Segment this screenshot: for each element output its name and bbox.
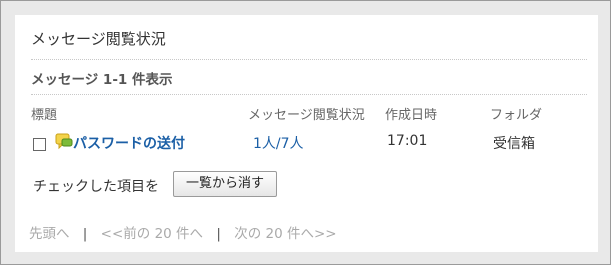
window-frame: メッセージ閲覧状況 メッセージ 1-1 件表示 標題 メッセージ閲覧状況 作成日… <box>0 0 611 265</box>
bulk-action-label: チェックした項目を <box>33 179 159 195</box>
pager-next-link[interactable]: 次の 20 件へ>> <box>234 222 336 242</box>
pager-first-link[interactable]: 先頭へ <box>29 222 70 242</box>
divider <box>31 94 587 95</box>
read-status-link[interactable]: 1人/7人 <box>253 133 304 153</box>
remove-from-list-button[interactable]: 一覧から消す <box>173 171 277 197</box>
column-header-subject: 標題 <box>31 108 58 123</box>
divider <box>31 59 587 60</box>
folder-name: 受信箱 <box>493 136 535 152</box>
message-status-panel: メッセージ閲覧状況 メッセージ 1-1 件表示 標題 メッセージ閲覧状況 作成日… <box>15 15 598 252</box>
column-header-folder: フォルダ <box>490 108 543 123</box>
column-header-status: メッセージ閲覧状況 <box>248 108 365 123</box>
created-date: 17:01 <box>387 133 428 149</box>
pagination: 先頭へ | <<前の 20 件へ | 次の 20 件へ>> <box>29 222 337 242</box>
message-subject-link[interactable]: パスワードの送付 <box>73 133 185 153</box>
pager-separator: | <box>82 226 88 242</box>
result-count: メッセージ 1-1 件表示 <box>31 72 173 88</box>
page-title: メッセージ閲覧状況 <box>31 30 166 48</box>
message-bubble-icon <box>55 133 73 150</box>
column-header-date: 作成日時 <box>385 108 438 123</box>
pager-separator: | <box>216 226 221 242</box>
row-checkbox[interactable] <box>33 138 46 151</box>
pager-prev-link[interactable]: <<前の 20 件へ <box>101 222 203 242</box>
